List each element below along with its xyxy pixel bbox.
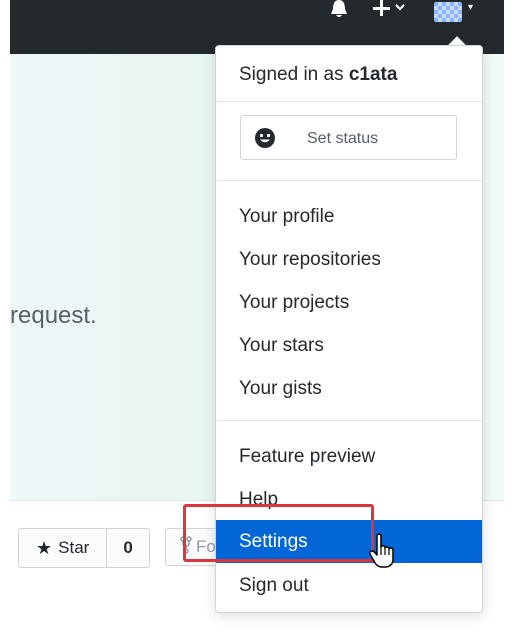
- menu-item-sign-out[interactable]: Sign out: [216, 564, 482, 607]
- dropdown-caret-inner: [449, 37, 465, 45]
- divider: [216, 420, 482, 421]
- star-icon: ★: [36, 537, 53, 558]
- highlight-annotation-box: [183, 504, 374, 562]
- window-frame: ▾ request. ★ Star 0 Fo Signed in as c1at…: [0, 0, 513, 640]
- chevron-down-icon[interactable]: ▾: [468, 2, 473, 13]
- avatar[interactable]: [434, 2, 462, 22]
- hero-text: request.: [10, 302, 97, 329]
- menu-item-your-profile[interactable]: Your profile: [216, 195, 482, 238]
- set-status-button[interactable]: Set status: [240, 115, 457, 160]
- star-button-group: ★ Star 0: [18, 528, 150, 568]
- divider: [216, 180, 482, 181]
- bell-icon[interactable]: [328, 0, 350, 24]
- menu-item-your-projects[interactable]: Your projects: [216, 281, 482, 324]
- star-label: Star: [58, 538, 90, 557]
- username: c1ata: [348, 64, 398, 85]
- signed-in-prefix: Signed in as: [239, 64, 344, 85]
- star-button[interactable]: ★ Star: [19, 529, 108, 567]
- star-count[interactable]: 0: [107, 529, 149, 567]
- menu-item-feature-preview[interactable]: Feature preview: [216, 435, 482, 478]
- smiley-icon: [254, 127, 276, 149]
- signed-in-header: Signed in as c1ata: [239, 64, 397, 86]
- divider: [216, 101, 482, 102]
- menu-item-your-repositories[interactable]: Your repositories: [216, 238, 482, 281]
- plus-icon[interactable]: [372, 0, 408, 22]
- menu-item-your-stars[interactable]: Your stars: [216, 324, 482, 367]
- menu-item-your-gists[interactable]: Your gists: [216, 367, 482, 410]
- hand-cursor-icon: [368, 533, 396, 569]
- set-status-label: Set status: [307, 130, 379, 147]
